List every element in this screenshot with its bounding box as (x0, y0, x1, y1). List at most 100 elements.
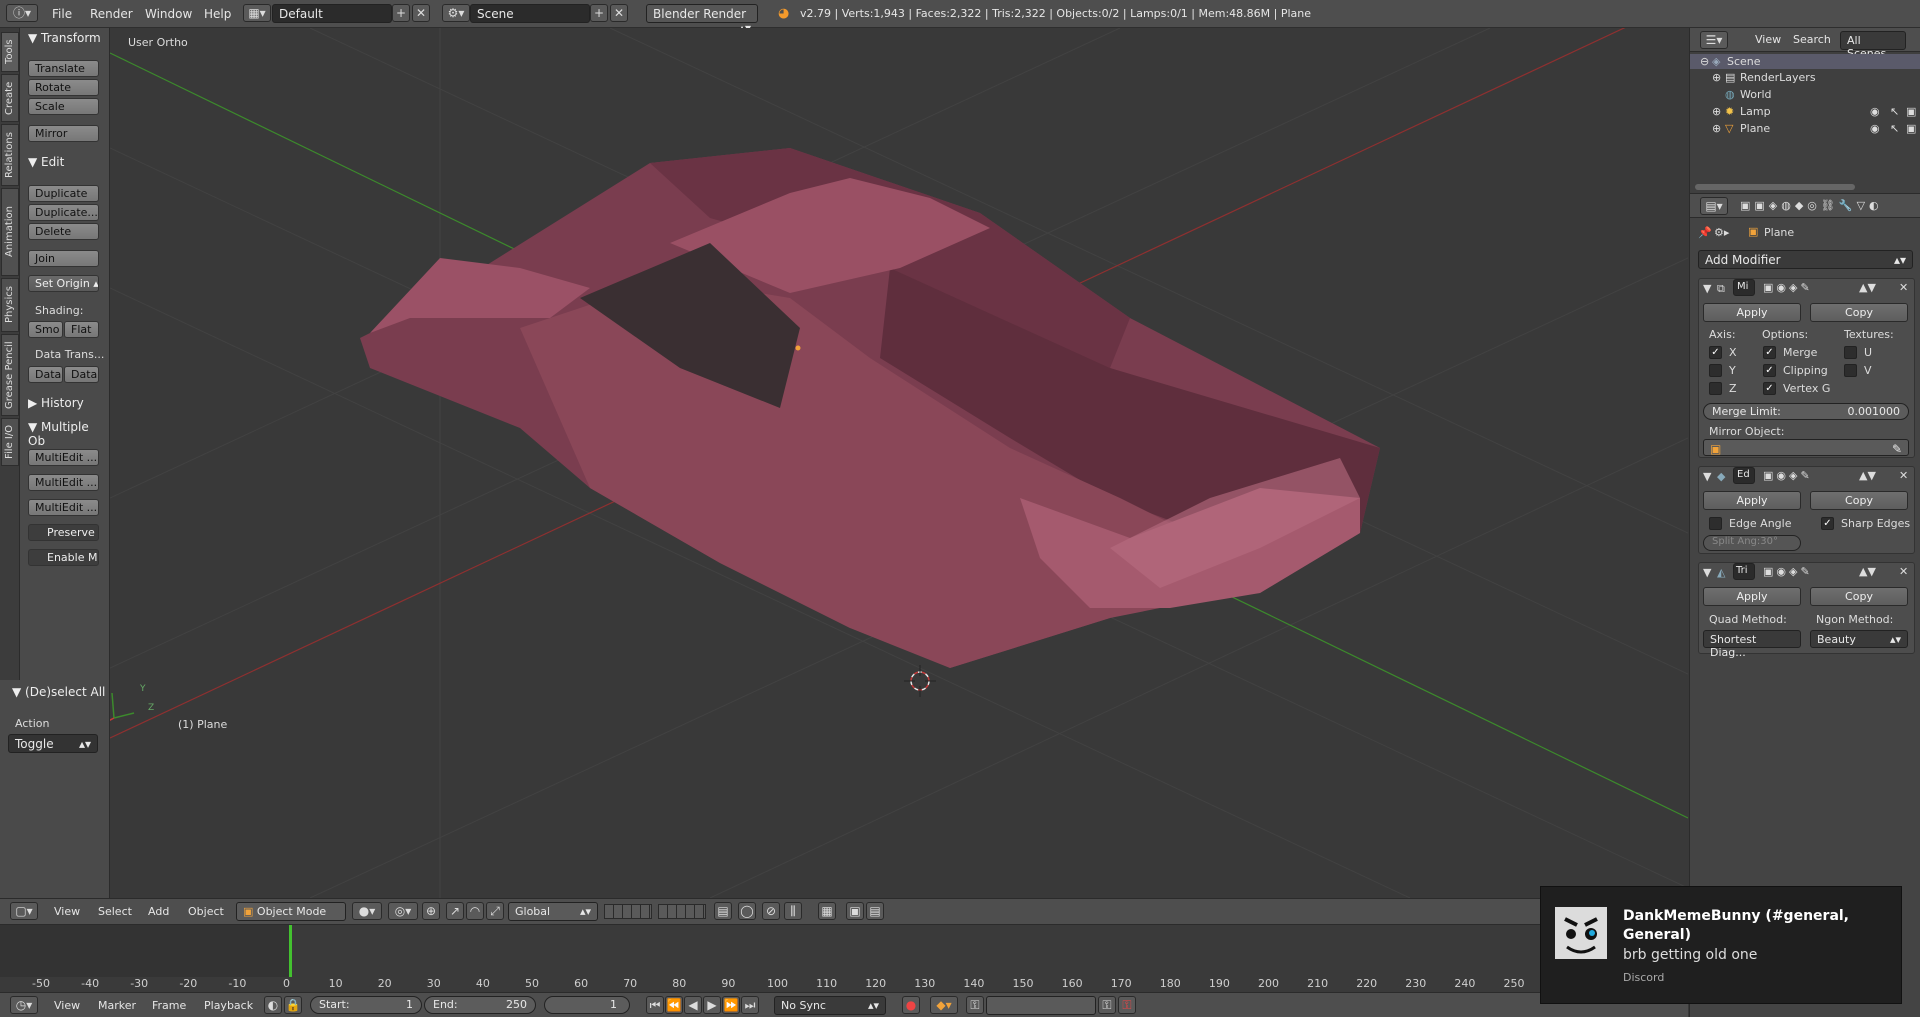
plane-select-arrow-icon[interactable]: ↖ (1890, 122, 1899, 135)
jump-start-icon[interactable]: ⏮ (646, 996, 664, 1014)
tab-animation[interactable]: Animation (1, 188, 19, 276)
add-scene-icon[interactable]: + (590, 4, 608, 22)
render-animation-icon[interactable]: ▣ (846, 902, 864, 920)
duplicate-linked-button[interactable]: Duplicate... (28, 204, 99, 221)
mode-select[interactable]: ▣ Object Mode (236, 902, 346, 921)
add-modifier-dropdown[interactable]: Add Modifier ▴▾ (1698, 250, 1913, 269)
keying-icon[interactable]: ◆▾ (930, 996, 958, 1014)
editor-type-info-icon[interactable]: ⓘ▾ (6, 4, 38, 22)
triangulate-copy-button[interactable]: Copy (1810, 587, 1908, 606)
screen-layout-field[interactable]: Default (272, 4, 392, 23)
renderlayers-expand-icon[interactable]: ⊕ (1712, 71, 1721, 84)
shade-flat-button[interactable]: Flat (64, 321, 99, 338)
lamp-render-camera-icon[interactable]: ▣ (1906, 105, 1916, 118)
triangulate-name-field[interactable]: Tri (1733, 563, 1755, 580)
insert-keyframe-icon[interactable]: ⚿ (1098, 996, 1116, 1014)
multiedit-button-3[interactable]: MultiEdit ... (28, 499, 99, 516)
snap-toggle-icon[interactable]: ⊘ (762, 902, 780, 920)
outliner-menu-search[interactable]: Search (1793, 33, 1831, 46)
timeline-editor-type-icon[interactable]: ◷▾ (10, 996, 38, 1014)
edge-angle-checkbox[interactable] (1709, 517, 1722, 530)
multiedit-button-1[interactable]: MultiEdit ... (28, 449, 99, 466)
enable-multiedit-toggle[interactable]: Enable Mu (28, 549, 99, 566)
vp-menu-view[interactable]: View (54, 905, 80, 918)
delete-button[interactable]: Delete (28, 223, 99, 240)
3d-viewport[interactable]: User Ortho (1) Plane Y Z (110, 28, 1688, 898)
edge-split-apply-button[interactable]: Apply (1703, 491, 1801, 510)
edge-split-name-field[interactable]: Ed (1733, 467, 1755, 484)
snap-element-icon[interactable]: ⫼ (784, 902, 802, 920)
triangulate-apply-button[interactable]: Apply (1703, 587, 1801, 606)
lamp-visibility-eye-icon[interactable]: ◉ (1870, 105, 1880, 118)
clipping-checkbox[interactable]: ✓ (1763, 364, 1776, 377)
axis-x-checkbox[interactable]: ✓ (1709, 346, 1722, 359)
duplicate-button[interactable]: Duplicate (28, 185, 99, 202)
scene-layers-grid-2[interactable] (658, 904, 706, 919)
render-sequence-icon[interactable]: ▤ (866, 902, 884, 920)
vp-menu-add[interactable]: Add (148, 905, 169, 918)
scene-layers-grid-1[interactable] (604, 904, 652, 919)
mirror-button[interactable]: Mirror (28, 125, 99, 142)
translate-manipulator-icon[interactable]: ↗ (446, 902, 464, 920)
viewport-editor-type-icon[interactable]: ▢▾ (10, 902, 38, 920)
preserve-layers-toggle[interactable]: Preserve L (28, 524, 99, 541)
current-frame-field[interactable]: 1 (544, 996, 630, 1014)
quad-method-select[interactable]: Shortest Diag... (1703, 630, 1801, 659)
play-icon[interactable]: ▶ (703, 996, 721, 1014)
triangulate-remove-icon[interactable]: ✕ (1899, 565, 1908, 578)
plane-render-camera-icon[interactable]: ▣ (1906, 122, 1916, 135)
triangulate-collapse-icon[interactable]: ▼ (1703, 566, 1711, 579)
proportional-edit-icon[interactable]: ◯ (738, 902, 756, 920)
vp-menu-select[interactable]: Select (98, 905, 132, 918)
remove-scene-icon[interactable]: ✕ (610, 4, 628, 22)
vertex-groups-checkbox[interactable]: ✓ (1763, 382, 1776, 395)
mirror-name-field[interactable]: Mi (1733, 279, 1755, 296)
outliner-row-world[interactable]: ◍ World (1690, 87, 1920, 103)
jump-keyframe-back-icon[interactable]: ⏪ (665, 996, 683, 1014)
tl-menu-frame[interactable]: Frame (152, 999, 186, 1012)
tab-file-io[interactable]: File I/O (1, 418, 19, 466)
lamp-expand-icon[interactable]: ⊕ (1712, 105, 1721, 118)
action-select[interactable]: Toggle ▴▾ (8, 734, 98, 753)
ngon-method-select[interactable]: Beauty ▴▾ (1810, 630, 1908, 648)
lock-time-icon[interactable]: 🔒 (284, 996, 302, 1014)
tab-relations[interactable]: Relations (1, 124, 19, 186)
lock-layers-icon[interactable]: ▤ (714, 902, 732, 920)
panel-transform-header[interactable]: ▼ Transform (28, 31, 101, 45)
tab-grease-pencil[interactable]: Grease Pencil (1, 334, 19, 416)
panel-multiple-objects-header[interactable]: ▼ Multiple Ob (28, 420, 109, 448)
properties-context-tabs-icon[interactable]: ▣▣◈◍◆◎⛓🔧▽◐ (1740, 199, 1883, 212)
panel-history-header[interactable]: ▶ History (28, 396, 84, 410)
mirror-visibility-icons[interactable]: ▣◉◈✎ (1763, 281, 1813, 294)
timeline[interactable]: -50 -40 -30 -20 -10 0 10 20 30 40 50 60 70 80 90 100 110… (0, 924, 1688, 992)
axis-y-checkbox[interactable] (1709, 364, 1722, 377)
mirror-copy-button[interactable]: Copy (1810, 303, 1908, 322)
plane-expand-icon[interactable]: ⊕ (1712, 122, 1721, 135)
pin-icon[interactable]: 📌 (1698, 226, 1712, 239)
tab-tools[interactable]: Tools (1, 32, 19, 72)
outliner-editor-type-icon[interactable]: ☰▾ (1700, 31, 1728, 49)
sync-mode-select[interactable]: No Sync ▴▾ (774, 996, 886, 1015)
scene-icon[interactable]: ⚙▾ (442, 4, 470, 22)
mirror-remove-icon[interactable]: ✕ (1899, 281, 1908, 294)
data-transfer-button[interactable]: Data (28, 366, 63, 383)
deselect-all-header[interactable]: ▼ (De)select All (12, 685, 105, 699)
multiedit-button-2[interactable]: MultiEdit ... (28, 474, 99, 491)
mirror-apply-button[interactable]: Apply (1703, 303, 1801, 322)
plane-visibility-eye-icon[interactable]: ◉ (1870, 122, 1880, 135)
menu-render[interactable]: Render (90, 7, 133, 21)
outliner-scrollbar[interactable] (1695, 184, 1855, 190)
scale-button[interactable]: Scale (28, 98, 99, 115)
outliner-menu-view[interactable]: View (1755, 33, 1781, 46)
edge-split-copy-button[interactable]: Copy (1810, 491, 1908, 510)
split-angle-field[interactable]: Split Ang:30° (1703, 535, 1801, 551)
triangulate-visibility-icons[interactable]: ▣◉◈✎ (1763, 565, 1813, 578)
merge-checkbox[interactable]: ✓ (1763, 346, 1776, 359)
scale-manipulator-icon[interactable]: ⤢ (486, 902, 504, 920)
triangulate-move-icon[interactable]: ▲▼ (1859, 565, 1876, 578)
auto-keyframe-record-icon[interactable]: ● (902, 996, 920, 1014)
edge-split-collapse-icon[interactable]: ▼ (1703, 470, 1711, 483)
tab-create[interactable]: Create (1, 74, 19, 122)
keying-set-icon[interactable]: ⚿ (966, 996, 984, 1014)
remove-layout-icon[interactable]: ✕ (412, 4, 430, 22)
